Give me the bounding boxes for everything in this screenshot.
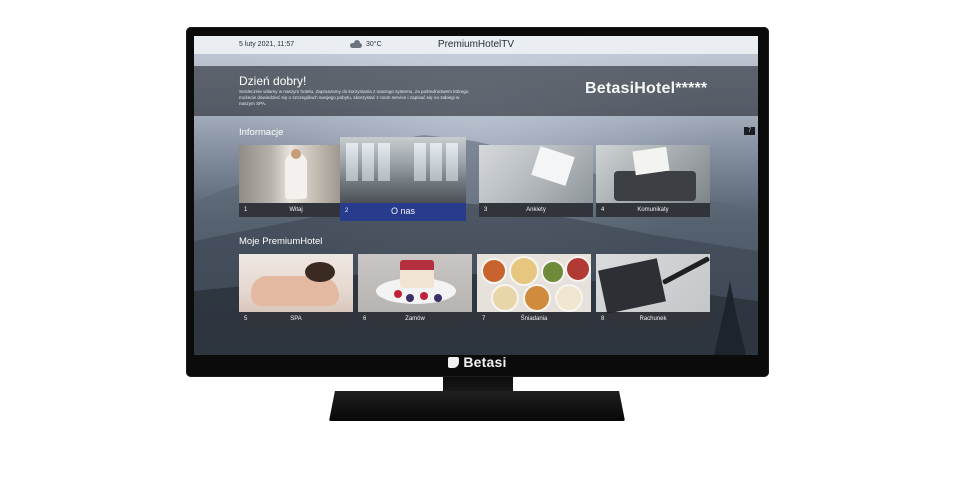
tile-label: 6 Zamów bbox=[358, 312, 472, 326]
tile-label: 7 Śniadania bbox=[477, 312, 591, 326]
tile-image bbox=[358, 254, 472, 312]
tile-name: O nas bbox=[390, 206, 415, 216]
tile-rachunek[interactable]: 8 Rachunek bbox=[596, 254, 710, 326]
tile-witaj[interactable]: 1 Witaj bbox=[239, 145, 353, 217]
section-title-informacje: Informacje bbox=[239, 127, 284, 138]
tile-image bbox=[596, 145, 710, 203]
tile-image bbox=[239, 145, 353, 203]
tv-stand-base bbox=[329, 391, 625, 421]
tv-brand-text: Betasi bbox=[463, 354, 507, 370]
tile-image bbox=[596, 254, 710, 314]
top-status-bar: 5 luty 2021, 11:57 30°C PremiumHotelTV bbox=[194, 36, 758, 54]
channel-indicator: 7 bbox=[744, 127, 755, 135]
tile-label: 1 Witaj bbox=[239, 203, 353, 217]
tile-name: Ankiety bbox=[526, 207, 546, 213]
tile-label: 3 Ankiety bbox=[479, 203, 593, 217]
tile-image bbox=[479, 145, 593, 203]
betasi-logo-icon bbox=[448, 356, 460, 368]
tv-stand-neck bbox=[443, 377, 513, 393]
tile-image bbox=[239, 254, 353, 312]
tile-spa[interactable]: 5 SPA bbox=[239, 254, 353, 326]
tile-label: 5 SPA bbox=[239, 312, 353, 326]
tile-label: 4 Komunikaty bbox=[596, 203, 710, 217]
tile-label: 2 O nas bbox=[340, 203, 466, 221]
hotel-name: BetasiHotel***** bbox=[585, 80, 708, 97]
tile-o-nas[interactable]: 2 O nas bbox=[340, 137, 466, 221]
section-title-moje-premiumhotel: Moje PremiumHotel bbox=[239, 236, 323, 247]
tv-screen: 5 luty 2021, 11:57 30°C PremiumHotelTV D… bbox=[194, 36, 758, 355]
tile-name: SPA bbox=[290, 316, 302, 322]
tile-image bbox=[340, 137, 466, 203]
tile-ankiety[interactable]: 3 Ankiety bbox=[479, 145, 593, 217]
tile-name: Witaj bbox=[289, 207, 303, 213]
tv-brand-logo: Betasi bbox=[0, 354, 955, 370]
welcome-banner: Dzień dobry! Serdecznie witamy w naszym … bbox=[194, 66, 758, 116]
welcome-text: Serdecznie witamy w naszym hotelu. Zapra… bbox=[239, 89, 469, 106]
tile-name: Śniadania bbox=[520, 316, 548, 322]
greeting-heading: Dzień dobry! bbox=[239, 74, 307, 88]
tile-zamow[interactable]: 6 Zamów bbox=[358, 254, 472, 326]
app-brand-title: PremiumHotelTV bbox=[437, 39, 515, 50]
tile-sniadania[interactable]: 7 Śniadania bbox=[477, 254, 591, 326]
tile-komunikaty[interactable]: 4 Komunikaty bbox=[596, 145, 710, 217]
tile-name: Rachunek bbox=[639, 316, 667, 322]
tile-image bbox=[477, 254, 591, 312]
tile-name: Zamów bbox=[405, 316, 425, 322]
tile-name: Komunikaty bbox=[637, 207, 669, 213]
tile-label: 8 Rachunek bbox=[596, 312, 710, 326]
